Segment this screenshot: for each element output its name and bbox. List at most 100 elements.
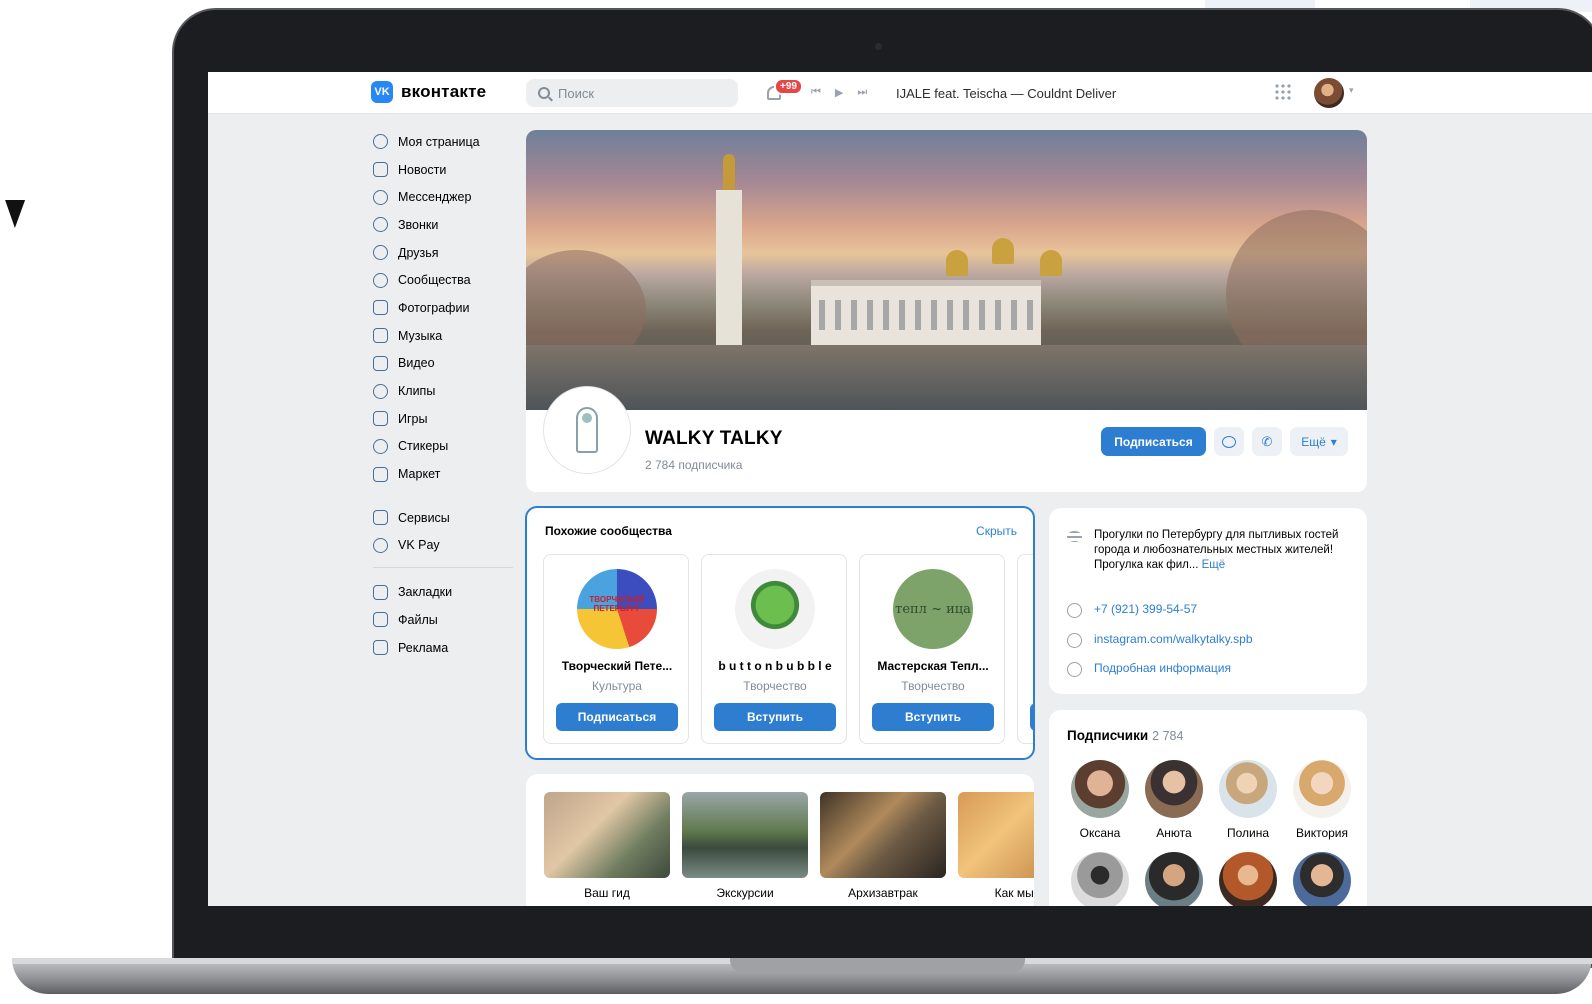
subscriber-name: Виктория [1295,826,1348,840]
info-description: Прогулки по Петербургу для пытливых гост… [1094,528,1342,572]
community-card[interactable]: ТВОРЧЕСКИЙ ПЕТЕРБУРГ Творческий Пете... … [543,554,689,744]
nav-item-label: Сервисы [398,510,450,525]
nav-item-stickers[interactable]: Стикеры [373,433,513,461]
chevron-down-icon: ▾ [1330,434,1337,449]
join-button[interactable]: Вступить [872,703,994,731]
nav-item-music[interactable]: Музыка [373,322,513,350]
info-details-row: Подробная информация [1067,661,1231,677]
nav-item-video[interactable]: Видео [373,350,513,378]
laptop-notch [730,958,1025,972]
message-button[interactable] [1214,427,1244,456]
community-card-peek[interactable] [1017,554,1033,744]
album-cover[interactable] [544,792,670,878]
subscriber[interactable]: Анюта [1137,760,1211,840]
subscriber[interactable]: Оксана [1063,760,1137,840]
subscriber[interactable] [1211,852,1285,906]
album-cover[interactable] [820,792,946,878]
phone-link[interactable]: +7 (921) 399-54-57 [1094,602,1197,616]
subscribe-button[interactable]: Подписаться [1101,427,1206,456]
group-avatar[interactable] [544,387,630,473]
vk-logo-icon: VK [371,81,393,103]
search-input[interactable] [558,85,708,101]
avatar-text: тепл ~ ица [895,602,971,617]
nav-item-friends[interactable]: Друзья [373,239,513,267]
nav-item-my-page[interactable]: Моя страница [373,128,513,156]
nav-item-market[interactable]: Маркет [373,460,513,488]
album-label: Архизавтрак [848,886,918,900]
nav-item-label: Маркет [398,467,441,482]
nav-item-bookmarks[interactable]: Закладки [373,578,513,606]
apps-grid-icon[interactable] [1274,83,1292,101]
nav-item-label: Файлы [398,612,438,627]
subscribe-button[interactable]: Подписаться [556,703,678,731]
phone-icon: ✆ [1261,433,1273,449]
website-link[interactable]: instagram.com/walkytalky.spb [1094,632,1253,646]
subscriber[interactable] [1063,852,1137,906]
nav-item-photos[interactable]: Фотографии [373,294,513,322]
more-label: Ещё [1301,434,1326,449]
chat-bubble-icon [373,189,388,205]
community-category: Культура [592,679,642,693]
nav-item-label: Видео [398,356,435,371]
file-icon [373,612,388,628]
subscribers-title[interactable]: Подписчики 2 784 [1067,728,1183,743]
subscriber[interactable]: Виктория [1285,760,1359,840]
bell-tower [716,154,742,350]
nav-item-label: Сообщества [398,273,471,288]
megaphone-icon [373,640,388,656]
nav-item-label: Моя страница [398,134,480,149]
details-link[interactable]: Подробная информация [1094,661,1231,675]
call-button[interactable]: ✆ [1252,427,1282,456]
info-phone-row: +7 (921) 399-54-57 [1067,602,1197,618]
community-card[interactable]: тепл ~ ица Мастерская Тепл... Творчество… [859,554,1005,744]
avatar [1145,852,1203,906]
album-cover[interactable] [958,792,1034,878]
phone-icon [373,217,388,233]
chat-bubble-icon [1222,435,1236,448]
hide-link[interactable]: Скрыть [976,524,1017,538]
nav-item-label: Друзья [398,245,439,260]
community-card[interactable]: b u t t o n b u b b l e Творчество Вступ… [701,554,847,744]
nav-item-news[interactable]: Новости [373,156,513,184]
photo-icon [373,300,388,316]
more-button[interactable]: Ещё ▾ [1290,427,1348,456]
subscriber[interactable] [1285,852,1359,906]
community-name: Мастерская Тепл... [877,659,989,673]
nav-item-clips[interactable]: Клипы [373,377,513,405]
description-more-link[interactable]: Ещё [1202,559,1226,571]
user-avatar[interactable] [1314,78,1344,108]
camera [875,43,882,50]
services-icon [373,510,388,526]
next-track-icon[interactable]: ⏭ [857,86,867,99]
player-controls: ⏮ ▶ ⏭ [811,86,867,99]
group-name: WALKY TALKY [645,428,783,449]
previous-track-icon[interactable]: ⏮ [811,86,821,99]
logo-text: вконтакте [401,82,487,101]
globe-icon [1067,633,1082,648]
subscriber[interactable] [1137,852,1211,906]
album-cover[interactable] [682,792,808,878]
group-subscriber-count[interactable]: 2 784 подписчика [645,458,742,472]
left-nav: Моя страница Новости Мессенджер Звонки Д… [373,128,513,661]
user-circle-icon [373,134,388,150]
nav-item-label: Игры [398,411,428,426]
join-button[interactable]: Вступить [714,703,836,731]
nav-item-files[interactable]: Файлы [373,606,513,634]
nav-item-games[interactable]: Игры [373,405,513,433]
nav-item-services[interactable]: Сервисы [373,504,513,532]
nav-item-messenger[interactable]: Мессенджер [373,183,513,211]
now-playing-track[interactable]: IJALE feat. Teischa — Couldnt Deliver [896,86,1116,101]
nav-item-communities[interactable]: Сообщества [373,266,513,294]
nav-item-calls[interactable]: Звонки [373,211,513,239]
vk-logo[interactable]: VK вконтакте [371,81,486,103]
album-label: Экскурсии [716,886,774,900]
nav-item-vk-pay[interactable]: VK Pay [373,532,513,560]
nav-item-label: Клипы [398,384,436,399]
avatar [1071,852,1129,906]
chevron-down-icon[interactable]: ▾ [1349,85,1354,96]
search-box[interactable] [526,79,738,107]
subscriber[interactable]: Полина [1211,760,1285,840]
community-name: b u t t o n b u b b l e [718,659,832,673]
play-icon[interactable]: ▶ [835,86,843,99]
nav-item-ads[interactable]: Реклама [373,634,513,662]
